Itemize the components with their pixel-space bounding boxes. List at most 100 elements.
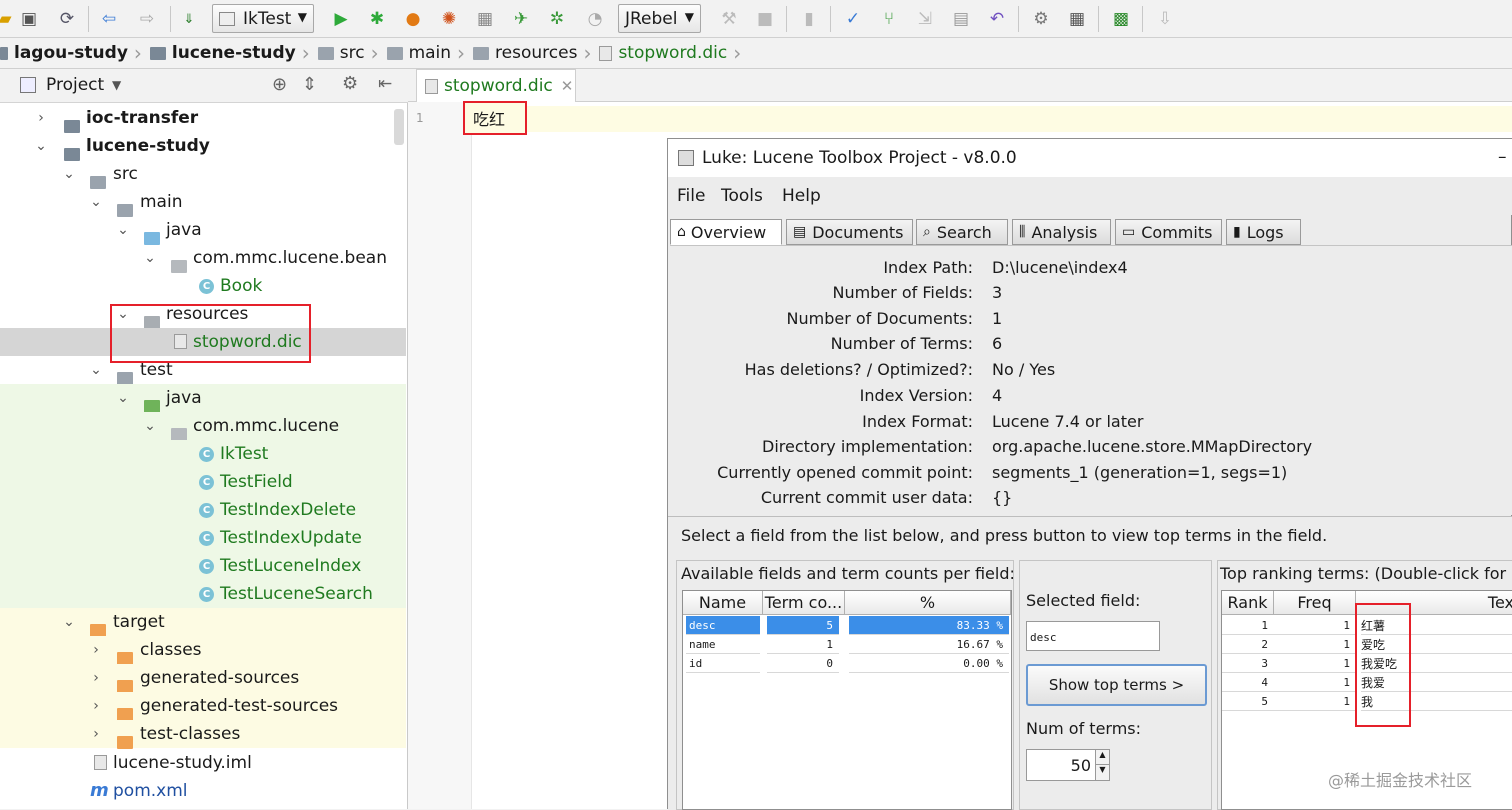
settings-icon[interactable]: ⚙	[1028, 6, 1054, 32]
chevron-right-icon[interactable]: ›	[34, 110, 48, 126]
col-rank[interactable]: Rank	[1222, 591, 1274, 615]
tree-item-testfield[interactable]: C TestField	[0, 468, 406, 496]
tree-item-package-bean[interactable]: ⌄ com.mmc.lucene.bean	[0, 244, 406, 273]
chevron-down-icon[interactable]: ⌄	[89, 362, 103, 378]
editor-text-line1[interactable]: 吃红	[463, 101, 527, 135]
rank-cell[interactable]: 4	[1222, 673, 1274, 692]
profile-icon[interactable]: ✺	[436, 6, 462, 32]
field-name-cell[interactable]: name	[686, 635, 760, 654]
crumb-stopword[interactable]: stopword.dic ›	[595, 38, 745, 69]
tab-documents[interactable]: ▤ Documents	[786, 219, 913, 245]
field-count-cell[interactable]: 5	[767, 616, 839, 635]
forward-icon[interactable]: ⇨	[134, 6, 160, 32]
jrebel-run-icon[interactable]: ✈	[508, 6, 534, 32]
chevron-right-icon[interactable]: ›	[89, 642, 103, 658]
gear-icon[interactable]: ⚙	[342, 73, 358, 94]
jrebel-debug-icon[interactable]: ✲	[544, 6, 570, 32]
tree-item-classes[interactable]: › classes	[0, 636, 406, 665]
col-freq[interactable]: Freq	[1274, 591, 1356, 615]
chevron-right-icon[interactable]: ›	[89, 670, 103, 686]
menu-file[interactable]: File	[677, 186, 705, 206]
tree-item-iktest[interactable]: C IkTest	[0, 440, 406, 468]
jrebel-select[interactable]: JRebel ▼	[618, 4, 701, 33]
tree-item-pom[interactable]: m pom.xml	[0, 777, 406, 805]
field-pct-cell[interactable]: 83.33 %	[849, 616, 1009, 635]
tab-analysis[interactable]: ⫼ Analysis	[1012, 219, 1111, 245]
tree-item-testindexdelete[interactable]: C TestIndexDelete	[0, 496, 406, 524]
freq-cell[interactable]: 1	[1274, 692, 1356, 711]
vcs-update-icon[interactable]: ✓	[840, 6, 866, 32]
tree-item-testindexupdate[interactable]: C TestIndexUpdate	[0, 524, 406, 552]
menu-help[interactable]: Help	[782, 186, 821, 206]
build-icon[interactable]: ⇓	[176, 6, 202, 32]
stop-icon[interactable]: ■	[752, 6, 778, 32]
freq-cell[interactable]: 1	[1274, 635, 1356, 654]
tree-item-generated-sources[interactable]: › generated-sources	[0, 664, 406, 693]
vcs-compare-icon[interactable]: ⇲	[912, 6, 938, 32]
tab-overview[interactable]: ⌂ Overview	[670, 219, 782, 245]
locate-icon[interactable]: ⊕	[272, 74, 287, 95]
coverage-icon[interactable]: ●	[400, 6, 426, 32]
attach-icon[interactable]: ▮	[796, 6, 822, 32]
spinner-down-icon[interactable]: ▼	[1095, 765, 1109, 780]
tab-logs[interactable]: ▮ Logs	[1226, 219, 1301, 245]
rank-cell[interactable]: 3	[1222, 654, 1274, 673]
close-icon[interactable]: ✕	[561, 77, 574, 95]
chevron-down-icon[interactable]: ▼	[112, 78, 121, 92]
gauge-icon[interactable]: ◔	[582, 6, 608, 32]
scrollbar[interactable]	[394, 109, 404, 145]
tab-commits[interactable]: ▭ Commits	[1115, 219, 1222, 245]
run-config-select[interactable]: IkTest ▼	[212, 4, 314, 33]
freq-cell[interactable]: 1	[1274, 673, 1356, 692]
current-line[interactable]	[472, 106, 1512, 132]
col-term-count[interactable]: Term co...	[763, 591, 845, 615]
tree-item-generated-test-sources[interactable]: › generated-test-sources	[0, 692, 406, 721]
save-icon[interactable]: ▣	[16, 6, 42, 32]
crumb-lagou-study[interactable]: lagou-study ›	[0, 38, 146, 69]
chevron-down-icon[interactable]: ⌄	[89, 194, 103, 210]
hide-icon[interactable]: ⇤	[378, 74, 392, 94]
menu-tools[interactable]: Tools	[721, 186, 763, 206]
show-top-terms-button[interactable]: Show top terms >	[1026, 664, 1207, 706]
field-name-cell[interactable]: desc	[686, 616, 760, 635]
selected-field-input[interactable]: desc	[1026, 621, 1160, 651]
field-count-cell[interactable]: 1	[767, 635, 839, 654]
chevron-down-icon[interactable]: ⌄	[62, 166, 76, 182]
crumb-lucene-study[interactable]: lucene-study ›	[146, 38, 314, 69]
tree-item-test-classes[interactable]: › test-classes	[0, 720, 406, 749]
tree-item-main[interactable]: ⌄ main	[0, 188, 406, 217]
chevron-right-icon[interactable]: ›	[89, 698, 103, 714]
tree-item-java[interactable]: ⌄ java	[0, 216, 406, 245]
freq-cell[interactable]: 1	[1274, 616, 1356, 635]
back-icon[interactable]: ⇦	[96, 6, 122, 32]
crumb-resources[interactable]: resources ›	[469, 38, 595, 69]
minimize-icon[interactable]: –	[1498, 147, 1507, 167]
tab-stopword[interactable]: stopword.dic ✕	[416, 69, 576, 102]
chevron-down-icon[interactable]: ⌄	[143, 250, 157, 266]
chevron-down-icon[interactable]: ⌄	[62, 614, 76, 630]
vcs-commit-icon[interactable]: ⑂	[876, 6, 902, 32]
tree-item-iml[interactable]: lucene-study.iml	[0, 749, 406, 777]
tree-item-test[interactable]: ⌄ test	[0, 356, 406, 385]
tree-item-target[interactable]: ⌄ target	[0, 608, 406, 637]
tree-item-lucene-study[interactable]: ⌄ lucene-study	[0, 132, 406, 161]
revert-icon[interactable]: ↶	[984, 6, 1010, 32]
debug-icon[interactable]: ✱	[364, 6, 390, 32]
run-icon[interactable]: ▶	[328, 6, 354, 32]
tree-item-src[interactable]: ⌄ src	[0, 160, 406, 189]
freq-cell[interactable]: 1	[1274, 654, 1356, 673]
crumb-main[interactable]: main ›	[383, 38, 469, 69]
tree-item-book[interactable]: C Book	[0, 272, 406, 300]
sync-icon[interactable]: ⟳	[54, 6, 80, 32]
tree-item-testlucenesearch[interactable]: C TestLuceneSearch	[0, 580, 406, 608]
download-icon[interactable]: ⇩	[1152, 6, 1178, 32]
chevron-down-icon[interactable]: ⌄	[116, 222, 130, 238]
rank-cell[interactable]: 5	[1222, 692, 1274, 711]
project-panel-title[interactable]: Project	[46, 75, 104, 95]
chevron-down-icon[interactable]: ⌄	[34, 138, 48, 154]
chevron-down-icon[interactable]: ⌄	[116, 390, 130, 406]
tree-item-testluceneindex[interactable]: C TestLuceneIndex	[0, 552, 406, 580]
spinner-up-icon[interactable]: ▲	[1095, 750, 1109, 765]
vcs-history-icon[interactable]: ▤	[948, 6, 974, 32]
sdk-icon[interactable]: ▩	[1108, 6, 1134, 32]
